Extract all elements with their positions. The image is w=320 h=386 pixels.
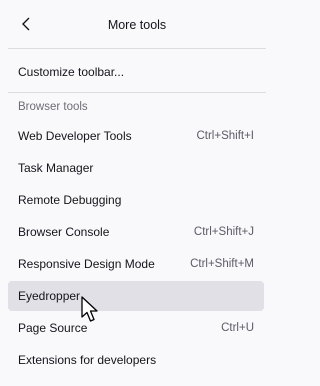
divider	[8, 92, 266, 93]
menu-item-label: Responsive Design Mode	[18, 257, 155, 271]
menu-item-web-developer-tools[interactable]: Web Developer Tools Ctrl+Shift+I	[8, 121, 264, 151]
menu-item-label: Web Developer Tools	[18, 129, 132, 143]
divider	[8, 48, 266, 49]
menu-item-label: Customize toolbar...	[18, 65, 125, 79]
menu-item-shortcut: Ctrl+Shift+J	[193, 226, 254, 238]
customize-toolbar-item[interactable]: Customize toolbar...	[8, 57, 264, 87]
panel-header: More tools	[0, 8, 274, 44]
menu-item-label: Page Source	[18, 321, 88, 335]
menu-item-browser-console[interactable]: Browser Console Ctrl+Shift+J	[8, 217, 264, 247]
menu-item-eyedropper[interactable]: Eyedropper	[8, 281, 264, 311]
menu-item-extensions-for-developers[interactable]: Extensions for developers	[8, 345, 264, 375]
menu-item-label: Extensions for developers	[18, 353, 157, 367]
menu-item-shortcut: Ctrl+Shift+M	[190, 258, 254, 270]
menu-item-shortcut: Ctrl+Shift+I	[196, 130, 254, 142]
panel-title: More tools	[107, 18, 167, 32]
section-label-browser-tools: Browser tools	[18, 101, 88, 113]
menu-item-remote-debugging[interactable]: Remote Debugging	[8, 185, 264, 215]
menu-item-label: Eyedropper	[18, 289, 81, 303]
more-tools-panel: More tools Customize toolbar... Browser …	[0, 0, 274, 386]
menu-item-shortcut: Ctrl+U	[221, 322, 254, 334]
menu-item-label: Remote Debugging	[18, 193, 122, 207]
menu-item-page-source[interactable]: Page Source Ctrl+U	[8, 313, 264, 343]
menu-item-label: Browser Console	[18, 225, 110, 239]
menu-item-responsive-design-mode[interactable]: Responsive Design Mode Ctrl+Shift+M	[8, 249, 264, 279]
menu-item-label: Task Manager	[18, 161, 94, 175]
menu-item-task-manager[interactable]: Task Manager	[8, 153, 264, 183]
